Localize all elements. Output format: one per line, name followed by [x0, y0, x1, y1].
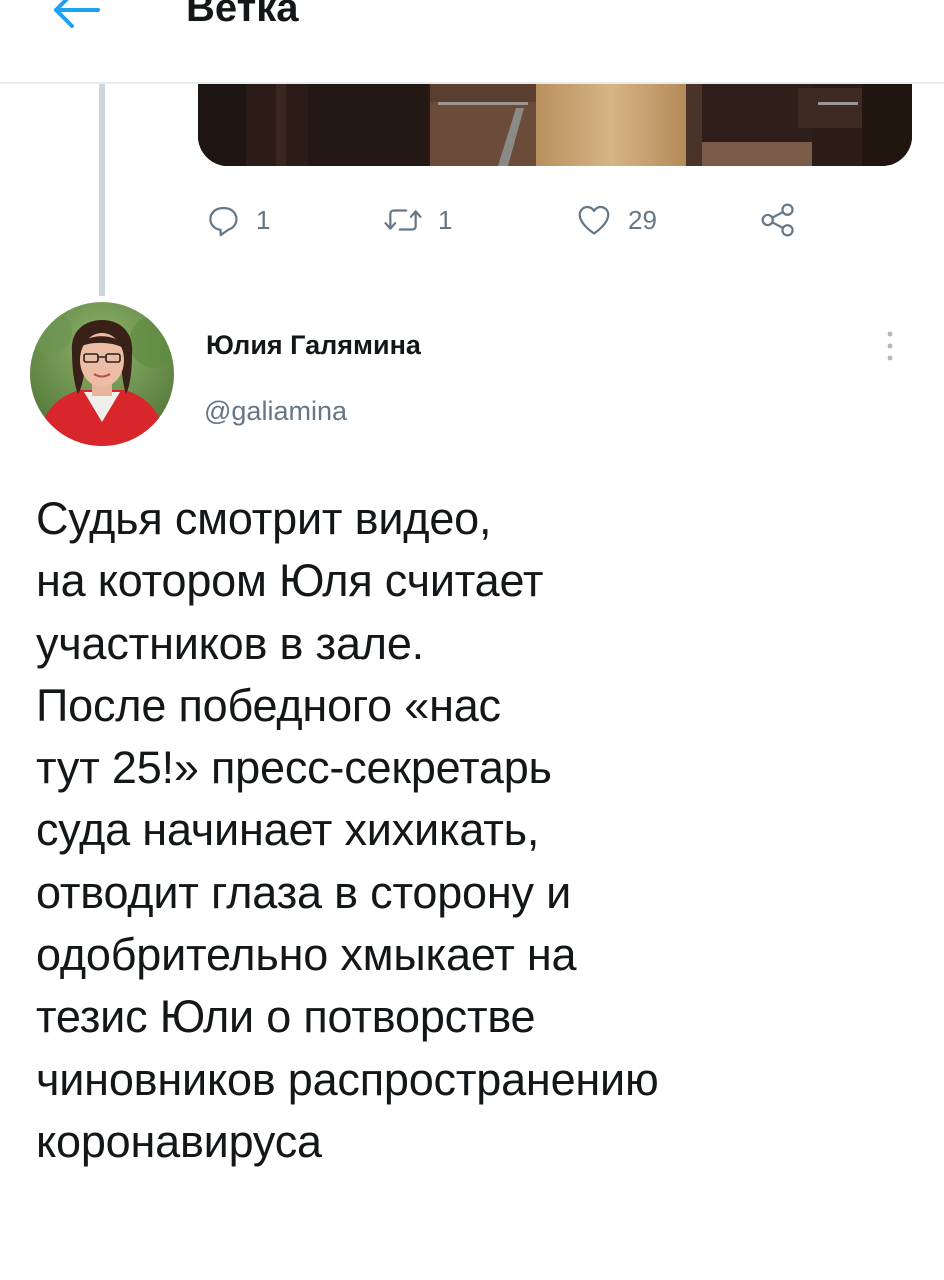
page-title: Ветка [186, 0, 299, 30]
retweet-icon [384, 209, 422, 231]
media-photo-image [198, 82, 912, 166]
back-button[interactable] [48, 0, 104, 32]
reply-count: 1 [256, 205, 271, 235]
tweet-text: Судья смотрит видео, на котором Юля счит… [36, 493, 659, 1167]
retweet-button[interactable]: 1 [382, 190, 452, 250]
reply-icon [209, 207, 238, 237]
avatar[interactable] [30, 302, 174, 446]
tweet-action-bar: 1 1 29 [198, 190, 912, 250]
avatar-photo [30, 302, 174, 446]
author-handle[interactable]: @galiamina [204, 393, 347, 429]
more-vertical-icon [887, 331, 893, 361]
more-options-button[interactable] [878, 326, 902, 366]
reply-button[interactable]: 1 [204, 190, 270, 250]
like-count: 29 [628, 205, 657, 235]
top-bar: Ветка [0, 0, 944, 84]
like-button[interactable]: 29 [574, 190, 657, 250]
tweet-media-photo[interactable] [198, 82, 912, 166]
author-name[interactable]: Юлия Галямина [206, 327, 421, 363]
share-icon [761, 203, 794, 237]
heart-icon [578, 205, 610, 235]
arrow-left-icon [54, 0, 100, 28]
retweet-count: 1 [438, 205, 453, 235]
thread-connector-line [99, 82, 105, 296]
share-button[interactable] [758, 190, 798, 250]
